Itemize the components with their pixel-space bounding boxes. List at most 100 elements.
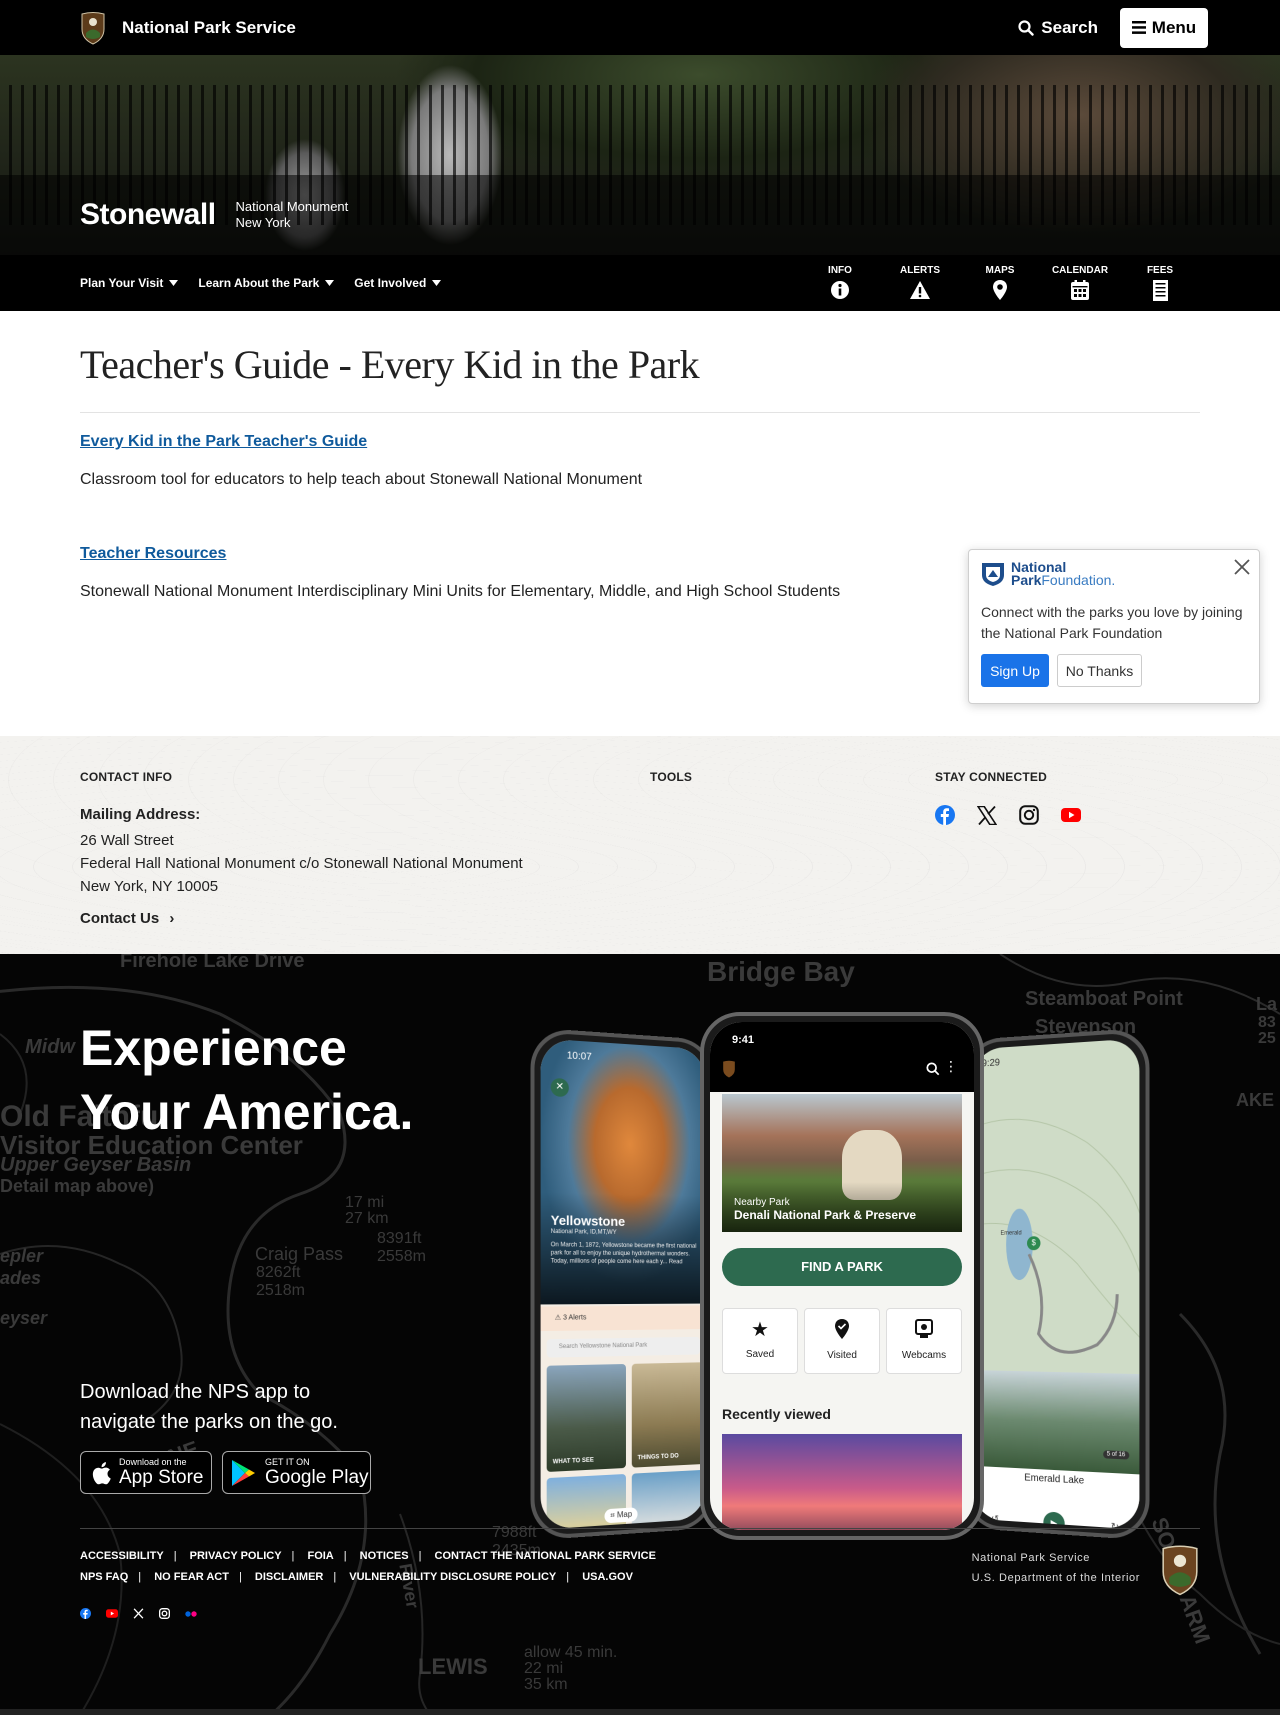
map-label: 8391ft xyxy=(377,1230,422,1247)
footer-link[interactable]: DISCLAIMER xyxy=(255,1571,323,1583)
phone-screen-yellowstone: 10:07 ✕ Yellowstone National Park, ID,MT… xyxy=(540,1038,706,1530)
close-icon: ✕ xyxy=(550,1077,569,1098)
google-play-badge[interactable]: GET IT ON Google Play xyxy=(222,1451,371,1494)
yellowstone-subtitle: National Park, ID,MT,WY xyxy=(550,1228,617,1236)
footer-link[interactable]: ACCESSIBILITY xyxy=(80,1550,164,1562)
nearby-park-name: Denali National Park & Preserve xyxy=(734,1208,917,1222)
contact-info-column: CONTACT INFO Mailing Address: 26 Wall St… xyxy=(80,770,650,927)
app-promo-subtitle: Download the NPS app to navigate the par… xyxy=(80,1381,338,1433)
quicknav-maps[interactable]: MAPS xyxy=(960,265,1040,301)
quicknav-label: MAPS xyxy=(985,265,1015,276)
app-promo-footer: Firehole Lake Drive Bridge Bay Steamboat… xyxy=(0,954,1280,1715)
alert-icon xyxy=(910,281,930,299)
footer-link[interactable]: NO FEAR ACT xyxy=(154,1571,229,1583)
what-to-see-tile: WHAT TO SEE xyxy=(546,1363,626,1472)
stay-connected-heading: STAY CONNECTED xyxy=(935,770,1047,784)
map-label: 25 xyxy=(1258,1030,1276,1047)
nav-plan-your-visit[interactable]: Plan Your Visit xyxy=(80,276,179,290)
footer-link[interactable]: CONTACT THE NATIONAL PARK SERVICE xyxy=(435,1550,656,1562)
quicknav-alerts[interactable]: ALERTS xyxy=(880,265,960,301)
yellowstone-title: Yellowstone xyxy=(550,1212,626,1230)
global-header: National Park Service Search Menu xyxy=(0,0,1280,55)
map-label: Upper Geyser Basin xyxy=(0,1154,192,1176)
menu-button[interactable]: Menu xyxy=(1120,7,1208,48)
youtube-icon[interactable] xyxy=(1061,808,1081,822)
footer-org-line: National Park Service xyxy=(971,1552,1090,1564)
tile-label: Saved xyxy=(745,1349,775,1360)
mailing-address-heading: Mailing Address: xyxy=(80,806,201,823)
nps-arrowhead-logo-icon xyxy=(723,1060,735,1078)
facebook-icon[interactable] xyxy=(80,1608,91,1619)
info-icon xyxy=(831,281,849,299)
no-thanks-button[interactable]: No Thanks xyxy=(1057,654,1142,687)
npf-logo-line3: Foundation. xyxy=(1041,572,1116,588)
address-line: New York, NY 10005 xyxy=(80,878,219,895)
footer-bottom-bar xyxy=(0,1709,1280,1715)
apple-icon xyxy=(92,1461,111,1484)
footer-link[interactable]: PRIVACY POLICY xyxy=(190,1550,282,1562)
npf-shield-icon xyxy=(982,563,1004,586)
brand-name[interactable]: National Park Service xyxy=(122,18,296,38)
quicknav-fees[interactable]: FEES xyxy=(1120,265,1200,301)
map-pin-icon: $ xyxy=(1027,1236,1041,1251)
contact-us-link[interactable]: Contact Us › xyxy=(80,910,650,927)
x-icon[interactable] xyxy=(977,805,997,825)
chevron-right-icon: › xyxy=(169,910,175,927)
nav-get-involved[interactable]: Get Involved xyxy=(354,276,442,290)
search-button[interactable]: Search xyxy=(1018,18,1098,38)
nav-learn-about-the-park[interactable]: Learn About the Park xyxy=(198,276,335,290)
mailing-address: 26 Wall Street Federal Hall National Mon… xyxy=(80,829,650,898)
map-label: epler xyxy=(0,1246,44,1266)
x-icon[interactable] xyxy=(133,1608,144,1619)
recently-viewed-heading: Recently viewed xyxy=(722,1406,831,1422)
phone-time: 10:07 xyxy=(566,1050,592,1063)
search-icon xyxy=(1018,19,1034,36)
nps-home-link[interactable]: National Park Service xyxy=(80,11,296,45)
phone-mockup-right: 9:29 $ Emerald 5 of 16 Emerald Lake ↺ ▶ … xyxy=(963,1027,1150,1541)
youtube-icon[interactable] xyxy=(106,1609,118,1618)
flickr-icon[interactable] xyxy=(185,1610,197,1617)
close-icon[interactable] xyxy=(1233,558,1251,576)
things-to-do-tile: THINGS TO DO xyxy=(631,1362,706,1468)
audio-controls: ↺ ▶ ↻ xyxy=(991,1508,1119,1530)
footer-link[interactable]: USA.GOV xyxy=(582,1571,633,1583)
instagram-icon[interactable] xyxy=(1019,805,1039,825)
footer-link[interactable]: NOTICES xyxy=(360,1550,409,1562)
facebook-icon[interactable] xyxy=(935,805,955,825)
nearby-park-label: Nearby Park xyxy=(734,1197,790,1208)
park-name[interactable]: Stonewall xyxy=(80,198,216,232)
alerts-count: 3 Alerts xyxy=(563,1314,587,1322)
footer-link[interactable]: VULNERABILITY DISCLOSURE POLICY xyxy=(349,1571,556,1583)
map-label: 7988ft xyxy=(492,1524,537,1541)
tile-label: Webcams xyxy=(901,1350,947,1361)
signup-button[interactable]: Sign Up xyxy=(981,654,1049,687)
hamburger-icon xyxy=(1131,21,1146,34)
more-vert-icon: ⋮ xyxy=(944,1058,958,1074)
phone-screen-map: 9:29 $ Emerald 5 of 16 Emerald Lake ↺ ▶ … xyxy=(972,1038,1140,1530)
map-label: Bridge Bay xyxy=(707,956,855,987)
quicknav-label: CALENDAR xyxy=(1051,265,1109,276)
footer-links-row: ACCESSIBILITY | PRIVACY POLICY | FOIA | NOT… xyxy=(80,1550,656,1562)
footer-link[interactable]: FOIA xyxy=(307,1550,333,1562)
map-place-label: Emerald xyxy=(1000,1230,1022,1237)
calendar-icon xyxy=(1071,280,1089,300)
card-count: 5 of 16 xyxy=(1102,1450,1130,1460)
map-label: Detail map above) xyxy=(0,1176,155,1196)
search-label: Search xyxy=(1041,17,1098,37)
footer-link[interactable]: NPS FAQ xyxy=(80,1571,128,1583)
resource-link[interactable]: Every Kid in the Park Teacher's Guide xyxy=(80,433,1200,451)
quicknav-label: FEES xyxy=(1146,265,1174,276)
quicknav-label: INFO xyxy=(828,265,852,276)
nps-arrowhead-logo-icon[interactable] xyxy=(1160,1544,1200,1596)
map-label: LEWIS xyxy=(418,1654,488,1679)
quicknav-calendar[interactable]: CALENDAR xyxy=(1040,265,1120,301)
map-label: AKE xyxy=(1236,1090,1275,1110)
app-store-badge[interactable]: Download on the App Store xyxy=(80,1451,212,1494)
quicknav-info[interactable]: INFO xyxy=(800,265,880,301)
map-label: 27 km xyxy=(345,1210,389,1227)
contact-info-heading: CONTACT INFO xyxy=(80,770,173,784)
map-label: La xyxy=(1256,994,1278,1014)
instagram-icon[interactable] xyxy=(159,1608,170,1619)
map-pin-icon xyxy=(993,280,1007,300)
map-label: Steamboat Point xyxy=(1025,988,1183,1010)
